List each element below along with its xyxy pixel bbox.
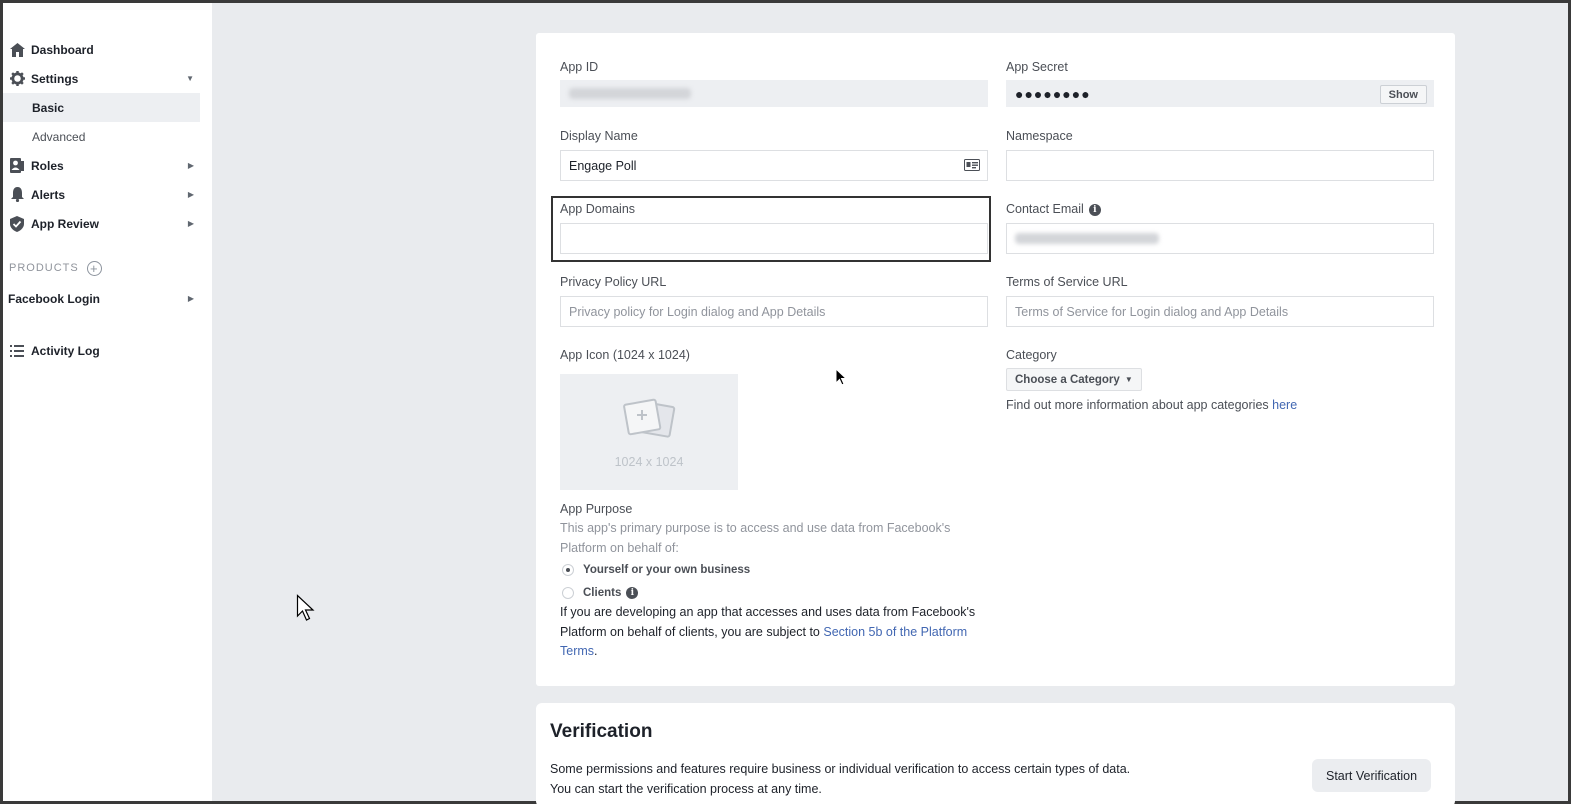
privacy-policy-label: Privacy Policy URL: [560, 275, 667, 289]
app-icon-size-label: 1024 x 1024: [614, 454, 684, 469]
home-icon: [8, 42, 26, 58]
verification-card: Verification Some permissions and featur…: [536, 703, 1455, 804]
display-name-label: Display Name: [560, 129, 638, 143]
mouse-cursor-icon: [835, 368, 847, 386]
category-info-link[interactable]: here: [1272, 398, 1297, 412]
app-icon-label: App Icon (1024 x 1024): [560, 348, 690, 362]
purpose-option-yourself[interactable]: Yourself or your own business: [562, 564, 750, 576]
contact-email-label-text: Contact Email: [1006, 202, 1084, 216]
chevron-down-icon: ▼: [1124, 375, 1133, 384]
contact-email-input[interactable]: [1006, 223, 1434, 254]
gear-icon: [8, 71, 26, 87]
radio-yourself[interactable]: [562, 564, 574, 576]
app-id-label: App ID: [560, 60, 599, 74]
basic-settings-card: App ID App Secret ●●●●●●●● Show Display …: [536, 33, 1455, 686]
purpose-option-clients[interactable]: Clients i: [562, 587, 639, 599]
sidebar-item-label: App Review: [31, 216, 100, 231]
clients-note: If you are developing an app that access…: [560, 603, 990, 662]
category-button-label: Choose a Category: [1015, 373, 1120, 386]
show-secret-button[interactable]: Show: [1379, 85, 1427, 104]
verification-description: Some permissions and features require bu…: [550, 762, 1131, 796]
products-heading: PRODUCTS +: [3, 258, 212, 278]
tos-input[interactable]: Terms of Service for Login dialog and Ap…: [1006, 296, 1434, 327]
app-domains-input[interactable]: [560, 223, 988, 254]
app-purpose-label: App Purpose: [560, 502, 633, 516]
info-icon[interactable]: i: [626, 587, 639, 599]
sidebar-item-label: Dashboard: [31, 42, 94, 57]
chevron-right-icon: ▶: [187, 190, 194, 199]
display-name-input[interactable]: Engage Poll: [560, 150, 988, 181]
sidebar-item-roles[interactable]: Roles ▶: [3, 151, 212, 180]
sidebar-item-label: Alerts: [31, 187, 66, 202]
contact-card-icon: [964, 159, 980, 171]
app-secret-label: App Secret: [1006, 60, 1068, 74]
products-label: PRODUCTS: [9, 262, 79, 274]
sidebar-item-app-review[interactable]: App Review ▶: [3, 209, 212, 238]
sidebar-item-label: Roles: [31, 158, 64, 173]
category-info: Find out more information about app cate…: [1006, 398, 1297, 412]
chevron-right-icon: ▶: [187, 161, 194, 170]
sidebar-item-label: Activity Log: [31, 343, 100, 358]
shield-check-icon: [8, 215, 26, 232]
sidebar-item-dashboard[interactable]: Dashboard: [3, 35, 212, 64]
note-end: .: [594, 644, 598, 658]
verification-title: Verification: [550, 721, 653, 742]
chevron-right-icon: ▶: [187, 294, 194, 303]
option-yourself-label: Yourself or your own business: [583, 564, 751, 576]
tos-label: Terms of Service URL: [1006, 275, 1128, 289]
app-secret-field[interactable]: ●●●●●●●● Show: [1006, 80, 1434, 107]
sidebar-item-activity-log[interactable]: Activity Log: [3, 336, 212, 365]
sidebar-subitem-advanced[interactable]: Advanced: [3, 122, 212, 151]
chevron-right-icon: ▶: [187, 219, 194, 228]
contact-email-label: Contact Email i: [1006, 202, 1101, 216]
app-icon-upload[interactable]: 1024 x 1024: [560, 374, 738, 490]
redacted-email: [1015, 233, 1159, 244]
sidebar-item-alerts[interactable]: Alerts ▶: [3, 180, 212, 209]
sidebar-item-facebook-login[interactable]: Facebook Login ▶: [3, 284, 212, 313]
namespace-input[interactable]: [1006, 150, 1434, 181]
list-icon: [8, 343, 26, 359]
privacy-policy-input[interactable]: Privacy policy for Login dialog and App …: [560, 296, 988, 327]
radio-clients[interactable]: [562, 587, 574, 599]
image-upload-icon: [622, 396, 676, 447]
choose-category-dropdown[interactable]: Choose a Category ▼: [1006, 368, 1142, 391]
mouse-cursor-icon: [296, 594, 315, 621]
category-info-text: Find out more information about app cate…: [1006, 398, 1269, 412]
sidebar-item-settings[interactable]: Settings ▼: [3, 64, 212, 93]
add-product-icon[interactable]: +: [86, 260, 102, 276]
category-label: Category: [1006, 348, 1057, 362]
redacted-app-id: [569, 88, 691, 99]
bell-icon: [8, 187, 26, 203]
tos-placeholder: Terms of Service for Login dialog and Ap…: [1015, 304, 1289, 319]
app-secret-value: ●●●●●●●●: [1015, 85, 1091, 102]
sidebar: Dashboard Settings ▼ Basic Advanced Role…: [3, 3, 212, 801]
info-icon[interactable]: i: [1088, 203, 1101, 216]
namespace-label: Namespace: [1006, 129, 1073, 143]
sidebar-item-label: Facebook Login: [8, 291, 101, 306]
option-clients-label: Clients: [583, 587, 622, 599]
privacy-policy-placeholder: Privacy policy for Login dialog and App …: [569, 304, 826, 319]
sidebar-subitem-basic[interactable]: Basic: [3, 93, 200, 122]
start-verification-button[interactable]: Start Verification: [1312, 759, 1432, 792]
sidebar-item-label: Settings: [31, 71, 79, 86]
app-purpose-description: This app's primary purpose is to access …: [560, 521, 951, 555]
app-id-field[interactable]: [560, 80, 988, 107]
roles-icon: [8, 158, 26, 174]
chevron-down-icon: ▼: [186, 74, 194, 83]
app-domains-label: App Domains: [560, 202, 636, 216]
display-name-value: Engage Poll: [569, 158, 637, 173]
